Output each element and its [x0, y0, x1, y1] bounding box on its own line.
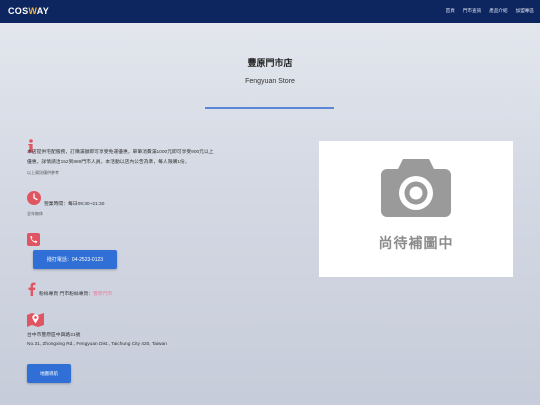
store-title-english: Fengyuan Store	[245, 78, 295, 85]
photo-placeholder-text: 尚待補圖中	[378, 235, 454, 251]
facebook-label: 粉絲專頁 門市粉絲專頁：豐原門市	[39, 290, 112, 297]
address-english: No.31, Zhongxing Rd., Fengyuan Dist., Ta…	[27, 342, 167, 347]
nav-item-store-search[interactable]: 門市查詢	[463, 8, 481, 14]
info-text-line-3: 以上資訊僅供參考	[27, 170, 59, 175]
business-hours: 營業時間：每日09:30~21:30	[44, 202, 105, 207]
facebook-icon[interactable]	[27, 282, 36, 296]
info-text-line-1: 本店提供宅配服務，訂購滿額即可享受免運優惠，單筆消費滿1000元即可享受900元…	[27, 150, 214, 155]
camera-icon	[381, 159, 451, 217]
map-marker-icon	[27, 313, 44, 327]
logo-suffix: AY	[36, 6, 49, 16]
logo-accent: W	[28, 6, 37, 16]
clock-icon	[27, 191, 41, 205]
call-store-button[interactable]: 撥打電話：04-2523-0123	[33, 250, 117, 269]
store-title: 豐原門市店	[247, 58, 293, 68]
nav-item-products[interactable]: 產品介紹	[489, 8, 507, 14]
facebook-label-text: 粉絲專頁 門市粉絲專頁：	[39, 292, 94, 297]
nav-item-franchise[interactable]: 加盟專區	[516, 8, 534, 14]
top-navigation-bar: COSWAY 首頁 門市查詢 產品介紹 加盟專區	[0, 0, 540, 23]
nav-item-home[interactable]: 首頁	[446, 8, 455, 14]
phone-icon	[27, 233, 40, 246]
store-photo-placeholder: 尚待補圖中	[319, 141, 513, 277]
logo-prefix: COS	[8, 6, 29, 16]
map-navigation-button[interactable]: 地圖導航	[27, 364, 71, 383]
facebook-page-link[interactable]: 豐原門市	[93, 292, 112, 297]
cosway-logo[interactable]: COSWAY	[8, 6, 49, 16]
business-hours-note: 全年無休	[27, 211, 43, 216]
title-divider	[205, 107, 334, 109]
address-chinese: 台中市豐原區中興路31號	[27, 333, 81, 338]
main-nav: 首頁 門市查詢 產品介紹 加盟專區	[446, 8, 534, 14]
info-text-line-2: 優惠，詳情請洽152到989門市人員，本活動以店內公告為準，每人限購1份，	[27, 160, 190, 165]
